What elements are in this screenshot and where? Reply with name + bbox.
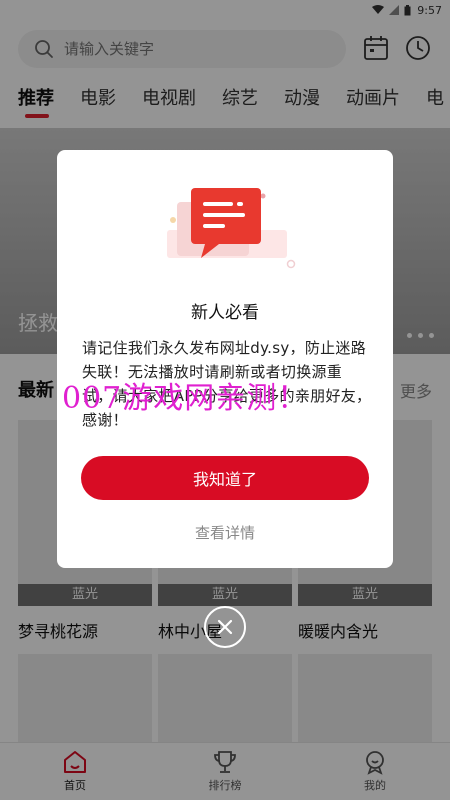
close-dialog-button[interactable] <box>204 606 246 648</box>
view-details-link[interactable]: 查看详情 <box>57 522 393 543</box>
message-illustration-icon <box>167 188 296 269</box>
watermark-text: 007游戏网亲测！ <box>62 381 309 416</box>
close-icon <box>217 619 233 635</box>
notice-dialog: 新人必看 请记住我们永久发布网址dy.sy，防止迷路失联！无法播放时请刷新或者切… <box>57 150 393 568</box>
dialog-title: 新人必看 <box>191 303 259 323</box>
acknowledge-button[interactable]: 我知道了 <box>81 456 369 500</box>
